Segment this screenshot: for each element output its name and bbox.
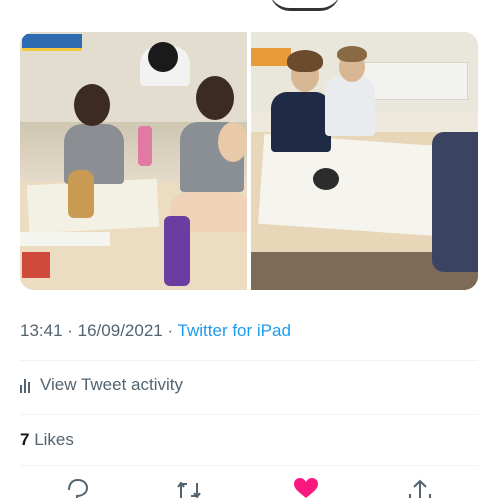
tweet-media-grid xyxy=(20,32,478,290)
bar-chart-icon xyxy=(20,377,30,393)
divider xyxy=(20,465,478,466)
like-icon-filled xyxy=(294,478,318,498)
likes-label: Likes xyxy=(34,430,74,449)
divider xyxy=(20,414,478,415)
likes-count-row[interactable]: 7 Likes xyxy=(20,430,74,450)
clipped-top-content xyxy=(0,0,499,32)
view-tweet-activity-row[interactable]: View Tweet activity xyxy=(20,375,183,395)
share-icon xyxy=(409,479,431,498)
reply-button[interactable] xyxy=(63,478,93,498)
reply-icon xyxy=(68,478,89,498)
tweet-action-bar xyxy=(0,478,499,498)
view-tweet-activity-label: View Tweet activity xyxy=(40,375,183,394)
like-button[interactable] xyxy=(291,478,321,498)
clipped-text-fragment xyxy=(270,0,340,11)
tweet-timestamp[interactable]: 13:41 · 16/09/2021 xyxy=(20,321,163,340)
tweet-timestamp-line: 13:41 · 16/09/2021 · Twitter for iPad xyxy=(20,321,291,341)
retweet-button[interactable] xyxy=(174,478,204,498)
likes-count: 7 xyxy=(20,430,30,449)
retweet-icon xyxy=(177,481,201,498)
share-button[interactable] xyxy=(405,478,435,498)
timestamp-separator: · xyxy=(162,321,178,340)
tweet-photo-2[interactable] xyxy=(251,32,478,290)
tweet-source-link[interactable]: Twitter for iPad xyxy=(178,321,291,340)
tweet-photo-1[interactable] xyxy=(20,32,247,290)
divider xyxy=(20,360,478,361)
